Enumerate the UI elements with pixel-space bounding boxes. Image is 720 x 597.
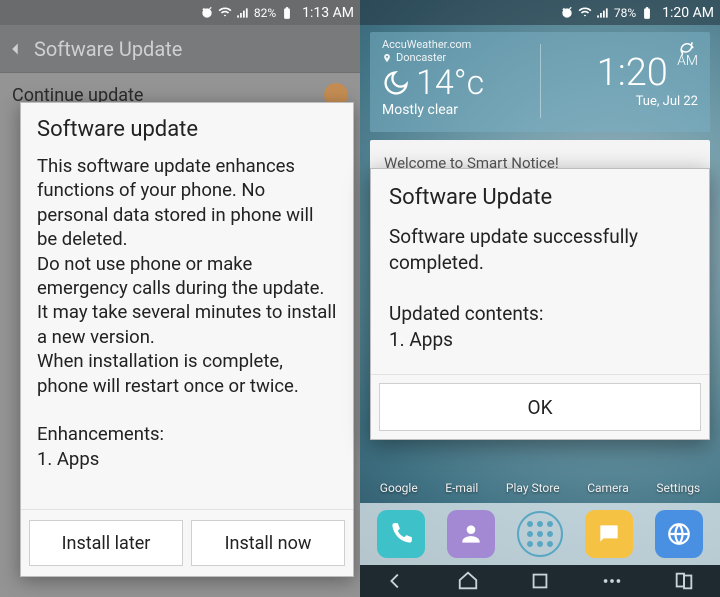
status-time: 1:20 AM bbox=[662, 5, 714, 21]
action-bar: Software Update bbox=[0, 25, 360, 73]
right-screenshot: 78% 1:20 AM AccuWeather.com Doncaster 14… bbox=[360, 0, 720, 597]
back-icon[interactable] bbox=[4, 38, 26, 60]
widget-clock: 1:20 AM bbox=[551, 54, 699, 92]
widget-date: Tue, Jul 22 bbox=[551, 94, 699, 109]
widget-divider bbox=[540, 44, 541, 118]
left-screenshot: 82% 1:13 AM Software Update Continue upd… bbox=[0, 0, 360, 597]
ok-button[interactable]: OK bbox=[379, 383, 701, 431]
weather-condition: Mostly clear bbox=[382, 102, 530, 118]
battery-icon bbox=[280, 6, 294, 20]
install-later-button[interactable]: Install later bbox=[29, 520, 183, 566]
status-time: 1:13 AM bbox=[302, 5, 354, 21]
app-label: Camera bbox=[587, 481, 629, 495]
weather-temp: 14°c bbox=[416, 66, 484, 100]
home-app-labels: Google E-mail Play Store Camera Settings bbox=[360, 481, 720, 495]
app-label: E-mail bbox=[445, 481, 478, 495]
app-label: Settings bbox=[656, 481, 700, 495]
refresh-icon[interactable] bbox=[678, 40, 696, 62]
nav-menu-icon[interactable] bbox=[601, 570, 623, 592]
dialog-body: This software update enhances functions … bbox=[21, 154, 353, 509]
location-pin-icon bbox=[382, 53, 392, 63]
dialog-button-row: OK bbox=[371, 374, 709, 439]
status-bar: 82% 1:13 AM bbox=[0, 0, 360, 25]
dock-phone-icon[interactable] bbox=[377, 510, 425, 558]
widget-clock-time: 1:20 bbox=[597, 51, 668, 95]
dialog-body: Software update successfully completed. … bbox=[371, 224, 709, 374]
dock-messages-icon[interactable] bbox=[585, 510, 633, 558]
action-bar-title: Software Update bbox=[34, 37, 182, 61]
dialog-title: Software Update bbox=[371, 169, 709, 224]
alarm-icon bbox=[560, 6, 574, 20]
battery-icon bbox=[640, 6, 654, 20]
alarm-icon bbox=[200, 6, 214, 20]
navigation-bar bbox=[360, 565, 720, 597]
battery-percent: 78% bbox=[614, 6, 636, 20]
status-bar: 78% 1:20 AM bbox=[360, 0, 720, 25]
wifi-icon bbox=[218, 6, 232, 20]
battery-percent: 82% bbox=[254, 6, 276, 20]
dock-browser-icon[interactable] bbox=[655, 510, 703, 558]
software-update-complete-dialog: Software Update Software update successf… bbox=[370, 168, 710, 440]
nav-dual-icon[interactable] bbox=[673, 570, 695, 592]
weather-clock-widget[interactable]: AccuWeather.com Doncaster 14°c Mostly cl… bbox=[370, 32, 710, 132]
nav-home-icon[interactable] bbox=[457, 570, 479, 592]
install-now-button[interactable]: Install now bbox=[191, 520, 345, 566]
signal-icon bbox=[596, 6, 610, 20]
dialog-button-row: Install later Install now bbox=[21, 509, 353, 576]
software-update-dialog: Software update This software update enh… bbox=[20, 102, 354, 577]
dialog-title: Software update bbox=[21, 103, 353, 154]
dock-apps-icon[interactable] bbox=[517, 511, 563, 557]
app-label: Google bbox=[380, 481, 418, 495]
nav-back-icon[interactable] bbox=[385, 570, 407, 592]
app-label: Play Store bbox=[506, 481, 560, 495]
signal-icon bbox=[236, 6, 250, 20]
wifi-icon bbox=[578, 6, 592, 20]
moon-icon bbox=[382, 69, 410, 97]
dock-contacts-icon[interactable] bbox=[447, 510, 495, 558]
nav-recent-icon[interactable] bbox=[529, 570, 551, 592]
weather-provider: AccuWeather.com bbox=[382, 38, 471, 51]
weather-location: Doncaster bbox=[396, 51, 446, 64]
dock bbox=[360, 503, 720, 565]
